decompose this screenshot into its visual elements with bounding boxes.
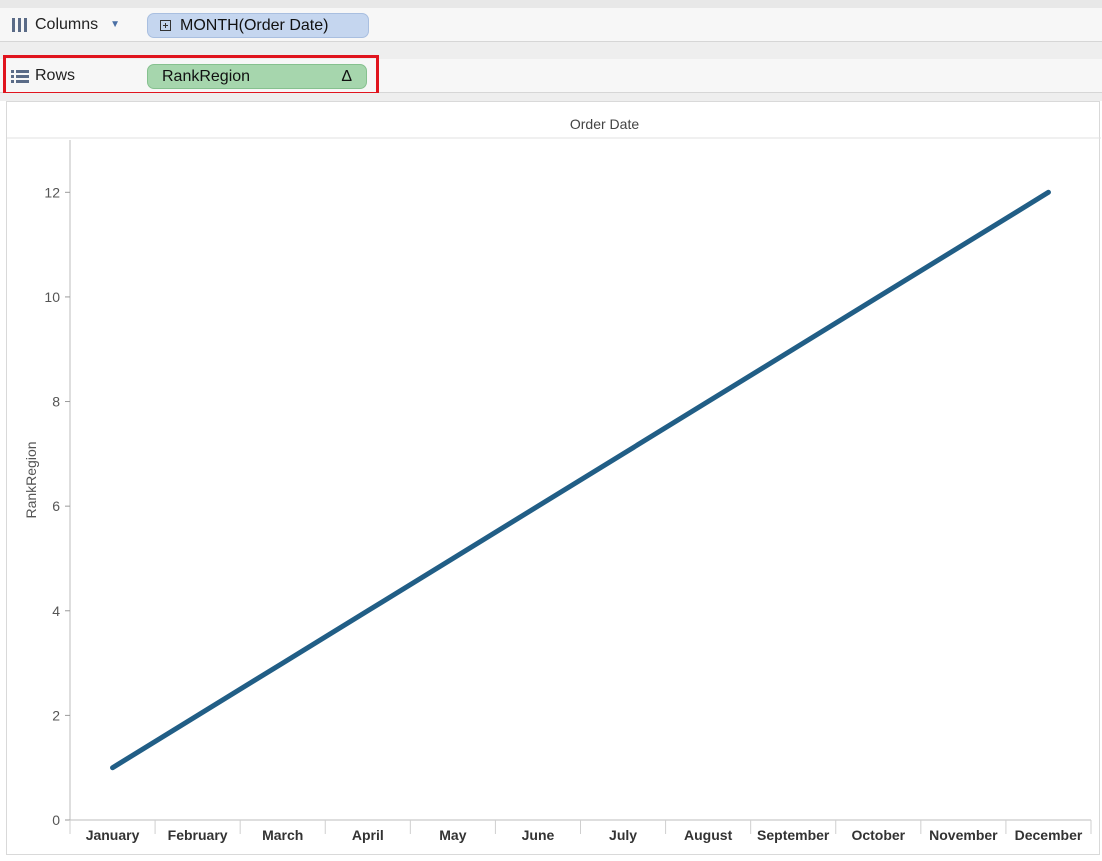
data-point [112,767,113,768]
x-tick-label: January [86,827,140,843]
expand-plus-icon[interactable] [160,20,171,31]
data-point [623,453,624,454]
y-tick-label: 4 [52,603,60,619]
y-tick-label: 0 [52,812,60,828]
x-tick-label: October [851,827,905,843]
columns-pill-label: MONTH(Order Date) [180,16,329,34]
data-point [708,401,709,402]
x-tick-label: November [929,827,998,843]
rows-shelf-label: Rows [0,59,142,92]
data-point [367,610,368,611]
x-tick-label: April [352,827,384,843]
chart-view: Order Date 0 2 4 6 8 10 12 RankRegion January Febr… [6,101,1101,855]
shelf-gap [0,42,1102,59]
data-point [537,506,538,507]
data-point [878,296,879,297]
x-tick-label: August [684,827,733,843]
data-point [963,244,964,245]
y-tick-label: 2 [52,707,60,723]
data-point [793,349,794,350]
data-point [197,715,198,716]
y-tick-label: 12 [44,184,60,200]
x-tick-label: December [1015,827,1083,843]
y-tick-label: 10 [44,289,60,305]
x-tick-label: July [609,827,637,843]
rankregion-pill[interactable]: RankRegion Δ [147,64,367,89]
month-order-date-pill[interactable]: MONTH(Order Date) [147,13,369,38]
table-calc-delta-icon: Δ [341,67,352,85]
x-tick-label: May [439,827,466,843]
rows-pill-label: RankRegion [162,67,251,85]
x-tick-label: February [168,827,228,843]
line-chart: Order Date 0 2 4 6 8 10 12 RankRegion January Febr… [7,116,1101,843]
y-axis-label: RankRegion [23,441,39,518]
data-point [452,558,453,559]
data-point [282,663,283,664]
data-point [1048,192,1049,193]
columns-shelf[interactable]: Columns ▼ MONTH(Order Date) [0,8,1102,42]
x-tick-label: March [262,827,303,843]
rows-shelf[interactable]: Rows RankRegion Δ [0,59,1102,93]
chevron-down-icon[interactable]: ▼ [110,19,120,30]
x-field-title: Order Date [570,116,639,132]
y-tick-label: 6 [52,498,60,514]
rows-label-text: Rows [35,66,76,84]
x-tick-label: September [757,827,830,843]
y-tick-label: 8 [52,394,60,410]
columns-label-text: Columns [35,15,99,33]
columns-shelf-label: Columns ▼ [0,8,142,41]
rows-icon [11,69,29,83]
columns-icon [12,17,27,32]
view-gap [0,93,1102,101]
toolbar-strip [0,0,1102,8]
series-line [110,189,1051,771]
x-tick-label: June [522,827,555,843]
